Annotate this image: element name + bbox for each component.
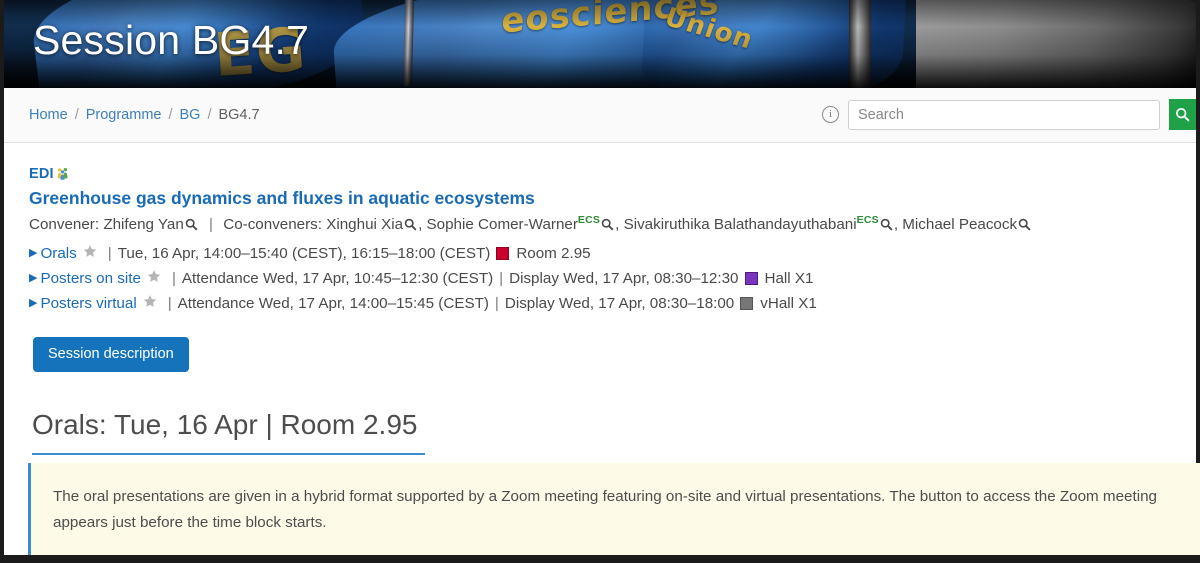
convener-search-icon[interactable] [185,216,198,238]
search-button[interactable] [1169,99,1196,130]
coconvener-prefix: Co-conveners: [223,216,322,234]
schedule-list: ▶ Orals | Tue, 16 Apr, 14:00–15:40 (CEST… [29,241,1176,316]
orals-heading: Orals: Tue, 16 Apr | Room 2.95 [32,409,426,455]
breadcrumb: Home / Programme / BG / BG4.7 [29,107,260,123]
room-color-swatch [740,297,754,310]
coconvener-name-1: Sophie Comer-Warner [426,216,578,234]
star-icon[interactable] [143,291,157,316]
triangle-right-icon: ▶ [29,297,38,309]
orals-note-box: The oral presentations are given in a hy… [28,463,1200,558]
schedule-display-posters-on-site: Display Wed, 17 Apr, 08:30–12:30 [509,270,739,287]
conveners-line: Convener: Zhifeng Yan | Co-conveners: Xi… [29,213,1176,238]
search-area: i [822,99,1196,130]
schedule-details-posters-on-site: Attendance Wed, 17 Apr, 10:45–12:30 (CES… [181,270,494,287]
star-icon[interactable] [147,266,161,291]
schedule-link-orals[interactable]: Orals [40,241,76,266]
breadcrumb-separator: / [168,107,173,123]
schedule-row-posters-virtual: ▶ Posters virtual | Attendance Wed, 17 A… [29,291,1176,316]
triangle-right-icon: ▶ [29,247,38,259]
conveners-separator: | [209,216,213,234]
page-root: EG eosciences Union Session BG4.7 Home /… [0,0,1200,563]
coconvener-name-2: Sivakiruthika Balathandayuthabani [623,216,857,234]
room-color-swatch [496,247,510,260]
convener-prefix: Convener: [29,216,100,234]
hero-banner: EG eosciences Union Session BG4.7 [4,0,1196,88]
breadcrumb-item-programme[interactable]: Programme [86,107,162,123]
bottom-bar [0,555,1200,563]
breadcrumb-separator: / [207,107,212,123]
breadcrumb-item-current: BG4.7 [218,107,260,123]
coconvener-name-3: Michael Peacock [902,216,1018,234]
convener-name: Zhifeng Yan [103,216,184,234]
schedule-link-posters-on-site[interactable]: Posters on site [40,266,140,291]
schedule-details-orals: Tue, 16 Apr, 14:00–15:40 (CEST), 16:15–1… [117,245,491,262]
breadcrumb-item-bg[interactable]: BG [180,107,201,123]
session-title[interactable]: Greenhouse gas dynamics and fluxes in aq… [29,188,535,209]
edi-diversity-icon [57,167,68,180]
schedule-details-posters-virtual: Attendance Wed, 17 Apr, 14:00–15:45 (CES… [177,295,489,312]
edi-badge[interactable]: EDI [29,166,70,182]
info-icon[interactable]: i [822,106,839,123]
schedule-separator: | [167,295,172,312]
coconvener-search-icon[interactable] [880,216,893,238]
schedule-row-posters-on-site: ▶ Posters on site | Attendance Wed, 17 A… [29,266,1176,291]
search-icon [1175,107,1190,122]
coconvener-search-icon[interactable] [1018,216,1031,238]
room-color-swatch [744,272,758,285]
schedule-separator: | [494,295,499,312]
schedule-row-orals: ▶ Orals | Tue, 16 Apr, 14:00–15:40 (CEST… [29,241,1176,266]
schedule-link-posters-virtual[interactable]: Posters virtual [40,291,136,316]
search-input[interactable] [848,99,1160,130]
schedule-room-posters-on-site: Hall X1 [764,270,814,287]
edi-label: EDI [29,166,54,182]
schedule-separator: | [171,270,176,287]
breadcrumb-item-home[interactable]: Home [29,107,68,123]
ecs-badge: ECS [856,214,879,226]
page-title: Session BG4.7 [33,17,310,63]
schedule-room-posters-virtual: vHall X1 [760,295,817,312]
schedule-separator: | [499,270,504,287]
schedule-display-posters-virtual: Display Wed, 17 Apr, 08:30–18:00 [504,295,735,312]
ecs-badge: ECS [577,214,601,226]
coconvener-search-icon[interactable] [601,216,614,238]
session-description-button[interactable]: Session description [33,337,189,372]
coconvener-search-icon[interactable] [404,216,417,238]
star-icon[interactable] [83,241,97,266]
schedule-room-orals: Room 2.95 [516,245,591,262]
breadcrumb-bar: Home / Programme / BG / BG4.7 i [4,88,1196,143]
triangle-right-icon: ▶ [29,272,38,284]
orals-note-text: The oral presentations are given in a hy… [53,488,1157,531]
breadcrumb-separator: / [74,107,79,123]
schedule-separator: | [107,245,112,262]
coconvener-name-0: Xinghui Xia [326,216,404,234]
